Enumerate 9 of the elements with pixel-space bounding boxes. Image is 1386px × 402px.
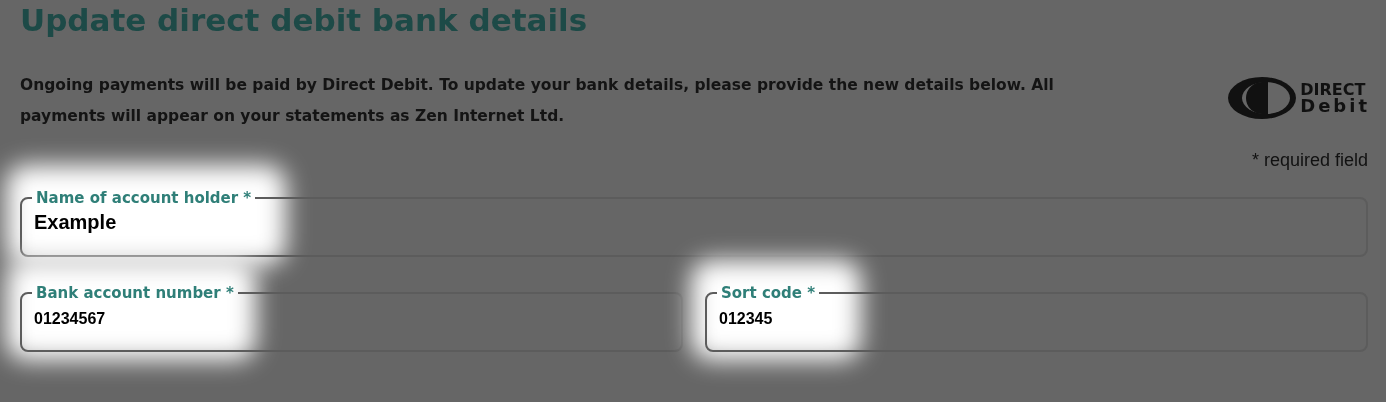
direct-debit-logo-icon	[1226, 76, 1299, 120]
logo-text: Debit	[1300, 97, 1370, 115]
required-note: * required field	[1251, 150, 1368, 171]
input-field[interactable]: Sort code * 012345	[705, 284, 1368, 352]
logo-text: DIRECT	[1300, 81, 1366, 98]
intro-text: Ongoing payments will be paid by Direct Debit. To update your bank details, please provide the new details below. All payments will appear on your statements as Zen Internet Ltd.	[20, 75, 1055, 127]
input-field[interactable]: Name of account holder * Example	[20, 189, 1368, 257]
input-field[interactable]: Bank account number * 01234567	[20, 284, 683, 352]
page-title: Update direct debit bank details	[20, 1, 589, 40]
